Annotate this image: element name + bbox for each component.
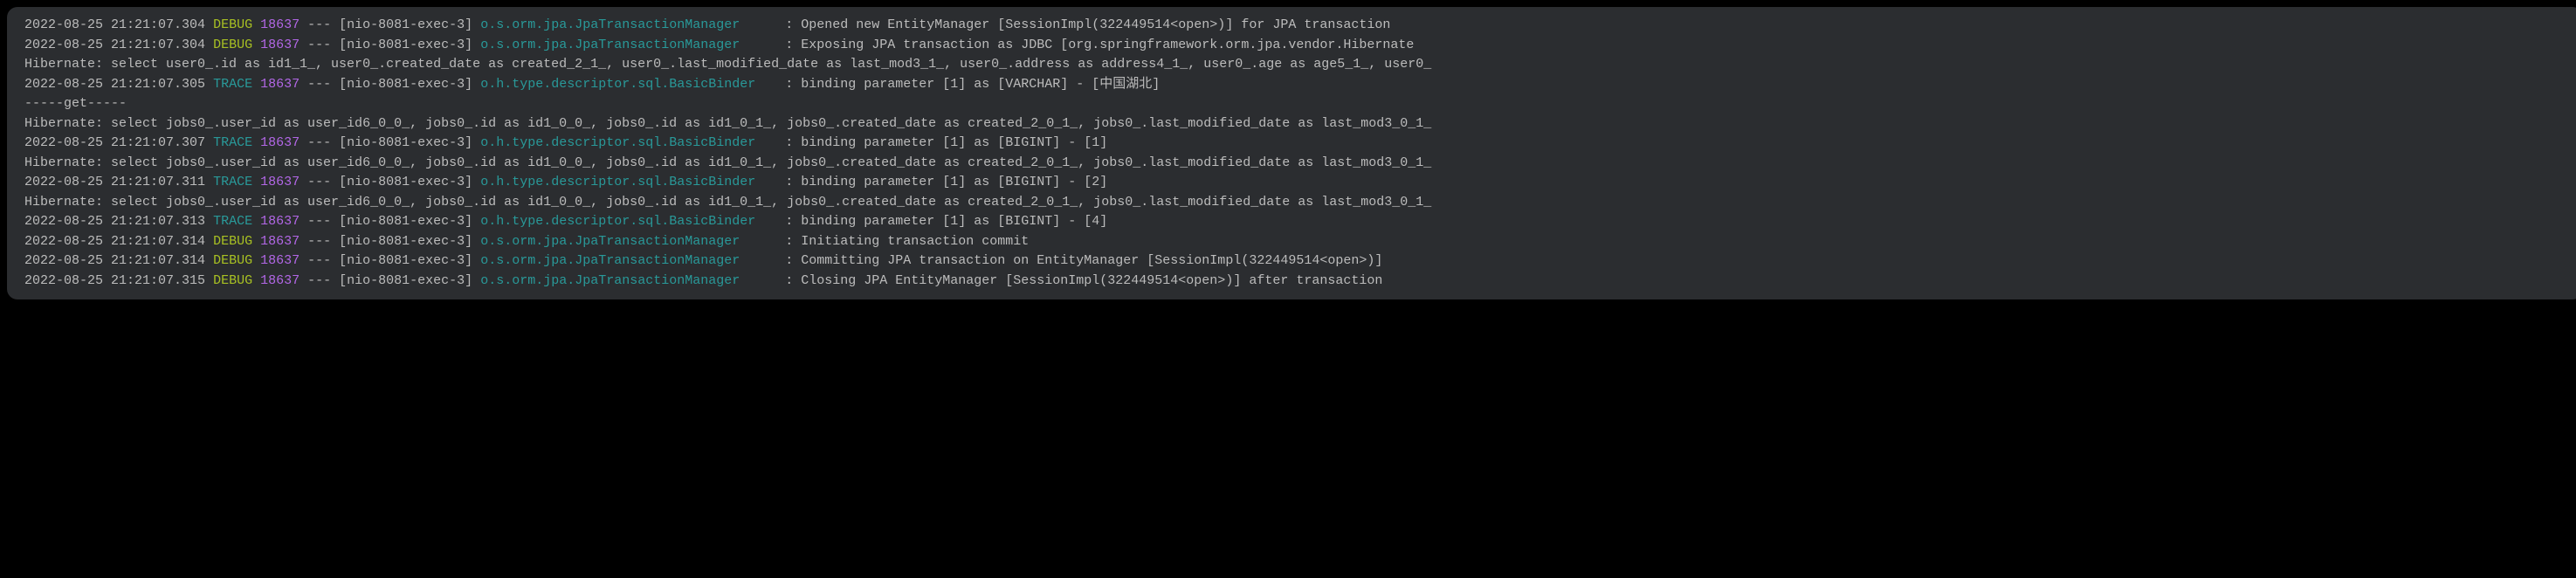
log-colon: : xyxy=(785,253,801,268)
log-message: Exposing JPA transaction as JDBC [org.sp… xyxy=(801,38,1414,52)
log-logger: o.h.type.descriptor.sql.BasicBinder xyxy=(480,173,777,193)
log-colon: : xyxy=(785,214,801,229)
log-message: Committing JPA transaction on EntityMana… xyxy=(801,253,1382,268)
log-logger: o.s.orm.jpa.JpaTransactionManager xyxy=(480,36,777,56)
log-plain-text: -----get----- xyxy=(24,96,127,111)
log-message: Initiating transaction commit xyxy=(801,234,1029,249)
log-pid: 18637 xyxy=(260,17,300,32)
log-logger: o.s.orm.jpa.JpaTransactionManager xyxy=(480,251,777,272)
log-colon: : xyxy=(785,77,801,92)
log-level: TRACE xyxy=(213,77,252,92)
log-plain-text: Hibernate: select jobs0_.user_id as user… xyxy=(24,116,1431,131)
log-pid: 18637 xyxy=(260,38,300,52)
log-thread: [nio-8081-exec-3] xyxy=(339,273,472,288)
log-thread: [nio-8081-exec-3] xyxy=(339,234,472,249)
log-colon: : xyxy=(785,38,801,52)
log-logger: o.h.type.descriptor.sql.BasicBinder xyxy=(480,212,777,232)
log-line: 2022-08-25 21:21:07.315 DEBUG 18637 --- … xyxy=(24,272,2566,292)
log-level: DEBUG xyxy=(213,234,252,249)
log-colon: : xyxy=(785,273,801,288)
log-line: -----get----- xyxy=(24,94,2566,114)
log-separator: --- xyxy=(307,77,331,92)
log-thread: [nio-8081-exec-3] xyxy=(339,135,472,150)
log-pid: 18637 xyxy=(260,273,300,288)
log-timestamp: 2022-08-25 21:21:07.304 xyxy=(24,38,205,52)
log-separator: --- xyxy=(307,273,331,288)
log-line: Hibernate: select jobs0_.user_id as user… xyxy=(24,114,2566,134)
log-line: 2022-08-25 21:21:07.314 DEBUG 18637 --- … xyxy=(24,232,2566,252)
log-logger: o.s.orm.jpa.JpaTransactionManager xyxy=(480,272,777,292)
log-thread: [nio-8081-exec-3] xyxy=(339,253,472,268)
log-colon: : xyxy=(785,135,801,150)
log-plain-text: Hibernate: select jobs0_.user_id as user… xyxy=(24,155,1431,170)
log-pid: 18637 xyxy=(260,175,300,189)
log-colon: : xyxy=(785,234,801,249)
log-level: DEBUG xyxy=(213,253,252,268)
log-separator: --- xyxy=(307,234,331,249)
log-logger: o.h.type.descriptor.sql.BasicBinder xyxy=(480,134,777,154)
log-timestamp: 2022-08-25 21:21:07.305 xyxy=(24,77,205,92)
log-plain-text: Hibernate: select user0_.id as id1_1_, u… xyxy=(24,57,1431,72)
log-timestamp: 2022-08-25 21:21:07.313 xyxy=(24,214,205,229)
log-separator: --- xyxy=(307,175,331,189)
log-level: DEBUG xyxy=(213,38,252,52)
log-logger: o.h.type.descriptor.sql.BasicBinder xyxy=(480,75,777,95)
log-timestamp: 2022-08-25 21:21:07.314 xyxy=(24,234,205,249)
log-timestamp: 2022-08-25 21:21:07.315 xyxy=(24,273,205,288)
log-line: Hibernate: select user0_.id as id1_1_, u… xyxy=(24,55,2566,75)
log-line: 2022-08-25 21:21:07.311 TRACE 18637 --- … xyxy=(24,173,2566,193)
log-separator: --- xyxy=(307,38,331,52)
log-level: TRACE xyxy=(213,214,252,229)
log-line: 2022-08-25 21:21:07.304 DEBUG 18637 --- … xyxy=(24,36,2566,56)
log-plain-text: Hibernate: select jobs0_.user_id as user… xyxy=(24,195,1431,210)
log-pid: 18637 xyxy=(260,135,300,150)
log-message: Opened new EntityManager [SessionImpl(32… xyxy=(801,17,1390,32)
log-level: DEBUG xyxy=(213,273,252,288)
log-thread: [nio-8081-exec-3] xyxy=(339,175,472,189)
log-separator: --- xyxy=(307,253,331,268)
log-message: binding parameter [1] as [BIGINT] - [4] xyxy=(801,214,1107,229)
log-line: 2022-08-25 21:21:07.314 DEBUG 18637 --- … xyxy=(24,251,2566,272)
log-terminal[interactable]: 2022-08-25 21:21:07.304 DEBUG 18637 --- … xyxy=(7,7,2576,299)
log-pid: 18637 xyxy=(260,214,300,229)
log-line: 2022-08-25 21:21:07.313 TRACE 18637 --- … xyxy=(24,212,2566,232)
log-line: 2022-08-25 21:21:07.305 TRACE 18637 --- … xyxy=(24,75,2566,95)
log-line: 2022-08-25 21:21:07.304 DEBUG 18637 --- … xyxy=(24,16,2566,36)
log-line: 2022-08-25 21:21:07.307 TRACE 18637 --- … xyxy=(24,134,2566,154)
log-thread: [nio-8081-exec-3] xyxy=(339,38,472,52)
log-thread: [nio-8081-exec-3] xyxy=(339,17,472,32)
log-logger: o.s.orm.jpa.JpaTransactionManager xyxy=(480,16,777,36)
log-timestamp: 2022-08-25 21:21:07.304 xyxy=(24,17,205,32)
log-line: Hibernate: select jobs0_.user_id as user… xyxy=(24,193,2566,213)
log-colon: : xyxy=(785,17,801,32)
log-line: Hibernate: select jobs0_.user_id as user… xyxy=(24,154,2566,174)
log-separator: --- xyxy=(307,17,331,32)
log-timestamp: 2022-08-25 21:21:07.307 xyxy=(24,135,205,150)
log-separator: --- xyxy=(307,135,331,150)
log-timestamp: 2022-08-25 21:21:07.314 xyxy=(24,253,205,268)
log-separator: --- xyxy=(307,214,331,229)
log-pid: 18637 xyxy=(260,234,300,249)
log-logger: o.s.orm.jpa.JpaTransactionManager xyxy=(480,232,777,252)
log-thread: [nio-8081-exec-3] xyxy=(339,214,472,229)
log-thread: [nio-8081-exec-3] xyxy=(339,77,472,92)
log-colon: : xyxy=(785,175,801,189)
log-message: binding parameter [1] as [VARCHAR] - [中国… xyxy=(801,77,1160,92)
log-level: TRACE xyxy=(213,175,252,189)
log-message: Closing JPA EntityManager [SessionImpl(3… xyxy=(801,273,1382,288)
log-level: DEBUG xyxy=(213,17,252,32)
log-pid: 18637 xyxy=(260,253,300,268)
log-message: binding parameter [1] as [BIGINT] - [2] xyxy=(801,175,1107,189)
log-timestamp: 2022-08-25 21:21:07.311 xyxy=(24,175,205,189)
log-level: TRACE xyxy=(213,135,252,150)
log-pid: 18637 xyxy=(260,77,300,92)
log-message: binding parameter [1] as [BIGINT] - [1] xyxy=(801,135,1107,150)
